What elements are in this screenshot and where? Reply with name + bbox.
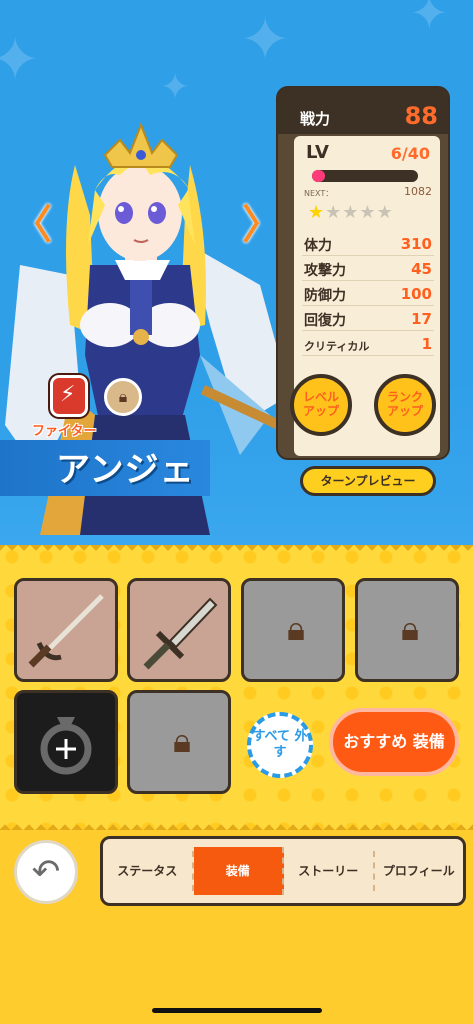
sword-shield-icon: ⚡: [60, 382, 76, 407]
tab-profile[interactable]: プロフィール: [375, 851, 464, 891]
zigzag-border: [0, 545, 473, 553]
stat-label: クリティカル: [304, 340, 370, 353]
next-character-arrow[interactable]: 〉: [242, 205, 282, 245]
rank-star-icon: ★: [376, 202, 394, 223]
tab-status[interactable]: ステータス: [103, 851, 194, 891]
rank-star-icon: ★: [308, 202, 326, 223]
level-value: 6/40: [390, 144, 430, 163]
class-icon: ⚡: [50, 375, 88, 417]
stat-label: 防御力: [304, 288, 346, 304]
padlock-icon: 🔒︎: [118, 387, 128, 406]
equip-slot-locked[interactable]: 🔒︎: [355, 578, 459, 682]
rank-star-icon: ★: [342, 202, 360, 223]
zigzag-border: [0, 822, 473, 830]
rapier-icon: [28, 594, 104, 668]
stat-row-critical: クリティカル 1: [302, 332, 434, 356]
prev-character-arrow[interactable]: 〈: [12, 205, 52, 245]
sword-icon: [143, 597, 218, 670]
power-value: 88: [404, 102, 438, 130]
stats-panel: 戦力 88 LV 6/40 NEXT： 1082 ★★★★★ 体力 310 攻撃…: [278, 88, 448, 458]
ring-add-icon: [40, 717, 92, 775]
padlock-icon: 🔒︎: [172, 721, 192, 761]
power-label: 戦力: [300, 110, 331, 128]
power-header: 戦力 88: [278, 88, 448, 134]
unequip-all-button[interactable]: すべて 外す: [247, 712, 313, 778]
stat-value: 1: [421, 335, 432, 353]
equip-slot-sword[interactable]: [127, 578, 231, 682]
stat-label: 体力: [304, 238, 332, 254]
bg-star-icon: ✦: [240, 5, 291, 75]
lock-badge[interactable]: 🔒︎: [104, 378, 142, 416]
equip-slot-locked[interactable]: 🔒︎: [127, 690, 231, 794]
stat-value: 17: [411, 310, 432, 328]
bg-star-icon: ✦: [410, 0, 449, 40]
stat-value: 310: [400, 235, 432, 253]
recommended-equip-button[interactable]: おすすめ 装備: [329, 708, 459, 776]
level-up-button[interactable]: レベル アップ: [290, 374, 352, 436]
stat-value: 45: [411, 260, 432, 278]
equip-slot-rapier[interactable]: [14, 578, 118, 682]
equip-slot-accessory[interactable]: [14, 690, 118, 794]
back-button[interactable]: ↶: [14, 840, 78, 904]
stat-row-hp: 体力 310: [302, 232, 434, 256]
stat-value: 100: [400, 285, 432, 303]
tab-equipment[interactable]: 装備: [193, 847, 284, 895]
exp-bar-fill: [312, 170, 325, 182]
stat-label: 回復力: [304, 313, 346, 329]
rank-star-icon: ★: [359, 202, 377, 223]
tab-story[interactable]: ストーリー: [284, 851, 375, 891]
rank-up-button[interactable]: ランク アップ: [374, 374, 436, 436]
level-label: LV: [306, 142, 329, 163]
equip-slot-locked[interactable]: 🔒︎: [241, 578, 345, 682]
bg-star-icon: ✦: [0, 25, 41, 95]
stat-row-attack: 攻撃力 45: [302, 257, 434, 281]
padlock-icon: 🔒︎: [286, 609, 306, 649]
class-label: ファイター: [32, 424, 97, 439]
stat-label: 攻撃力: [304, 263, 346, 279]
stat-row-defense: 防御力 100: [302, 282, 434, 306]
next-exp-label: NEXT：: [304, 189, 334, 198]
home-indicator: [152, 1008, 322, 1013]
next-exp-value: 1082: [404, 185, 432, 198]
padlock-icon: 🔒︎: [400, 609, 420, 649]
exp-bar: [312, 170, 418, 182]
rank-star-icon: ★: [325, 202, 343, 223]
undo-arrow-icon: ↶: [31, 852, 61, 892]
character-name: アンジェ: [56, 450, 195, 490]
rank-stars: ★★★★★: [308, 202, 394, 223]
turn-preview-button[interactable]: ターンプレビュー: [300, 466, 436, 496]
tab-bar: ステータス 装備 ストーリー プロフィール: [100, 836, 466, 906]
stat-row-recovery: 回復力 17: [302, 307, 434, 331]
